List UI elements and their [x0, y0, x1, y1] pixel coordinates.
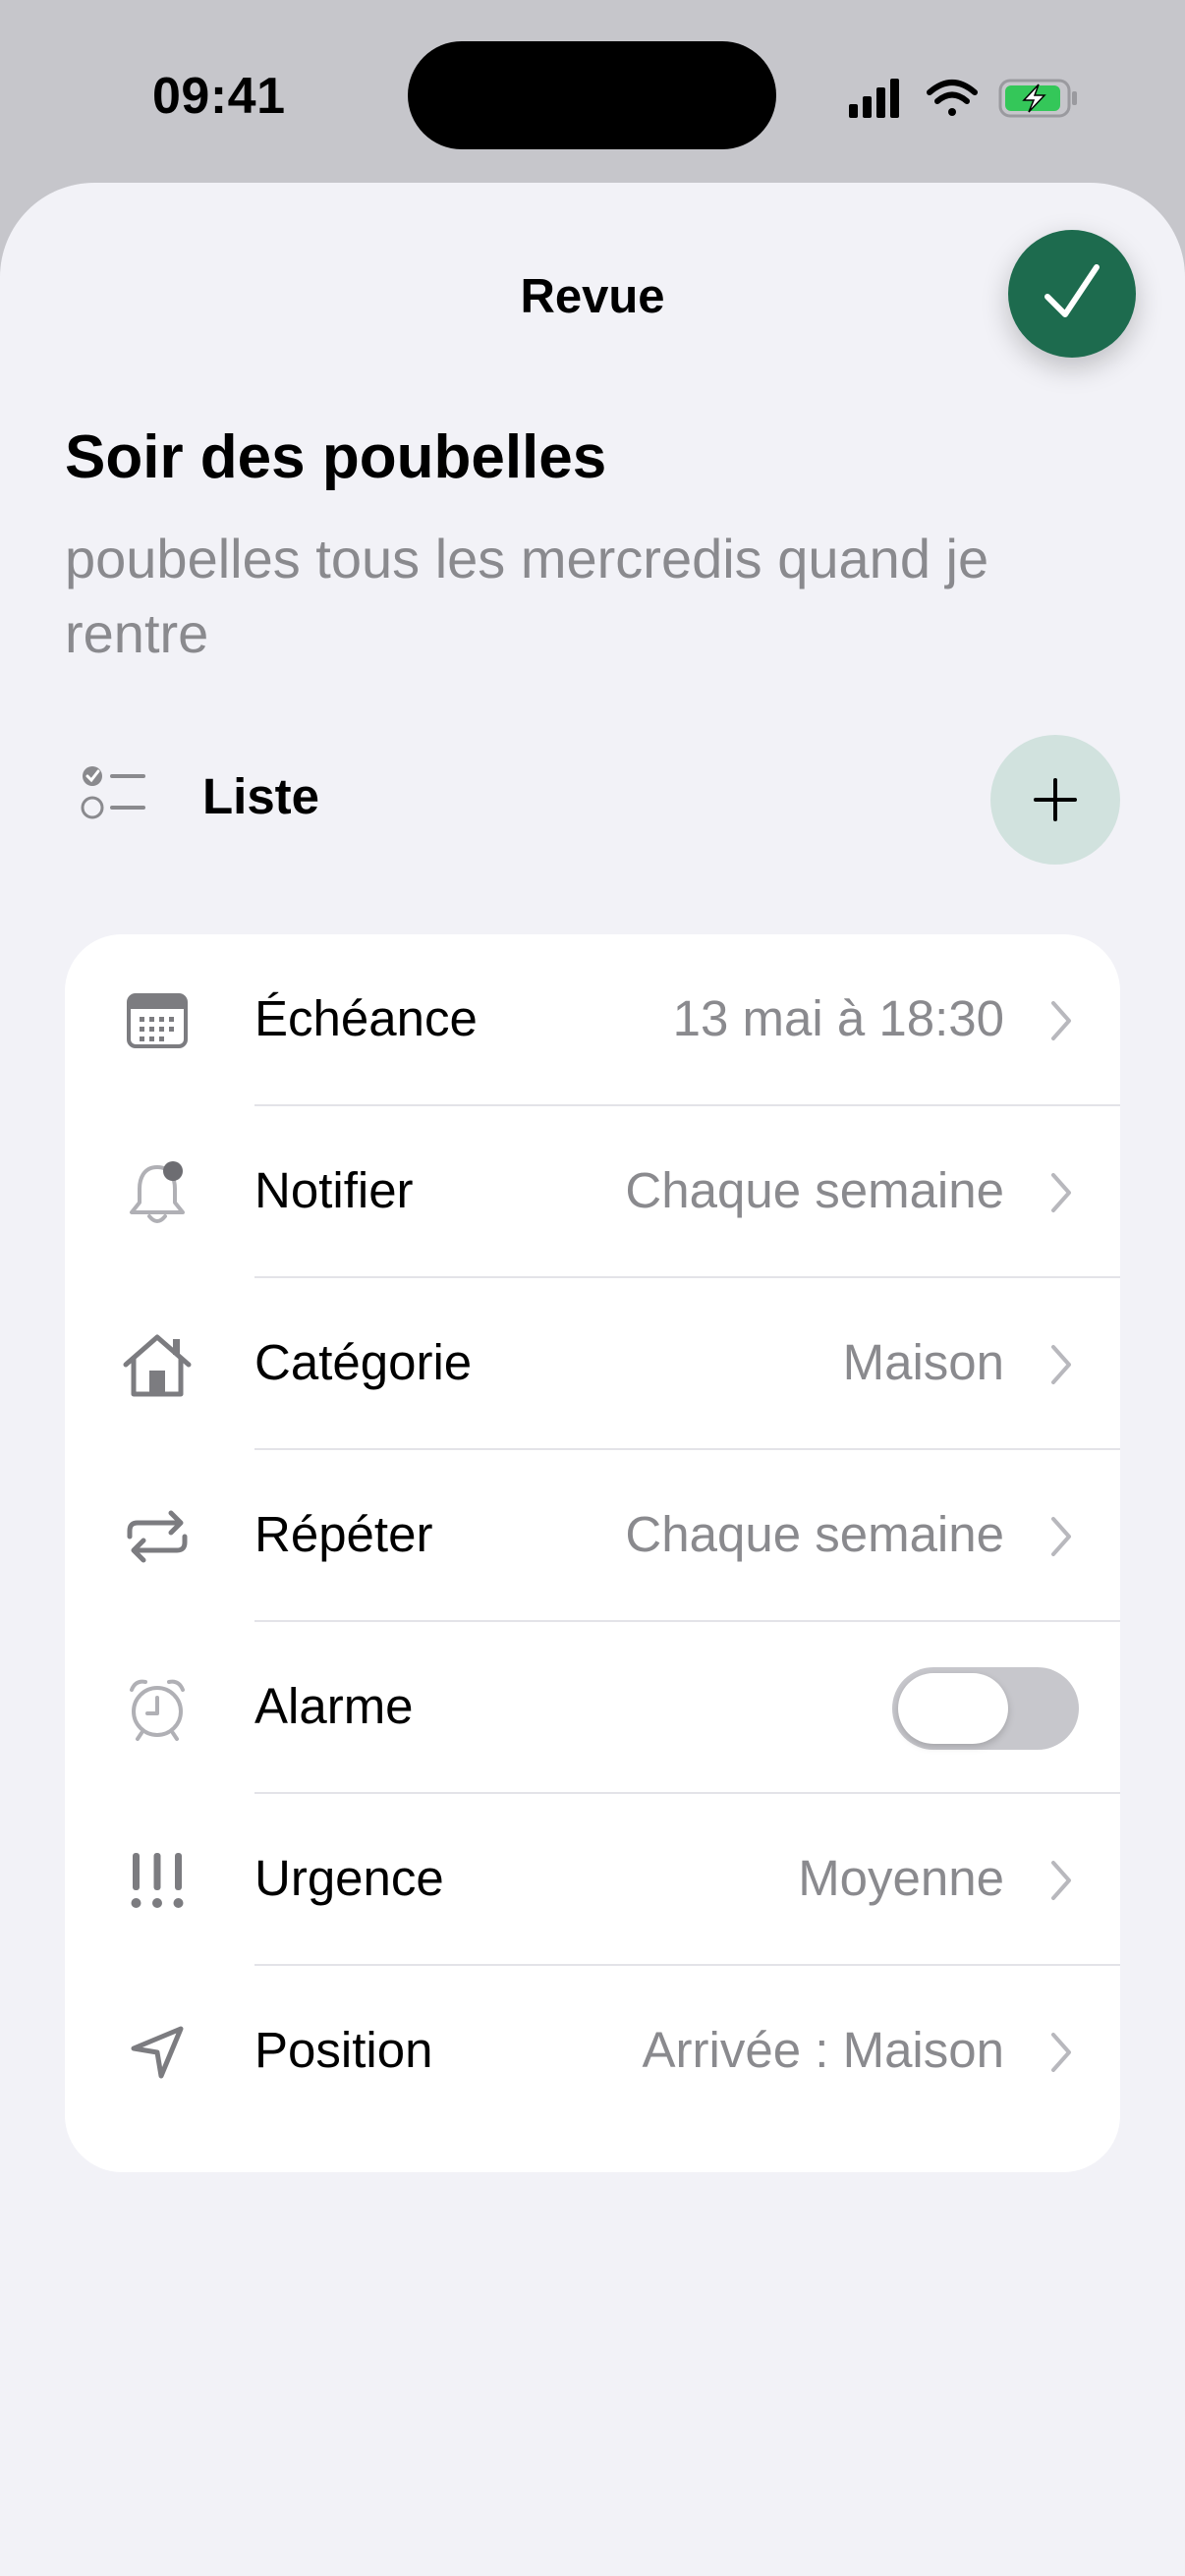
reminder-title[interactable]: Soir des poubelles [65, 422, 606, 492]
status-icons [847, 73, 1083, 124]
chevron-right-icon [1051, 1173, 1071, 1212]
due-date-value: 13 mai à 18:30 [672, 990, 1004, 1046]
notify-label: Notifier [254, 1162, 414, 1218]
done-button[interactable] [1008, 230, 1136, 358]
wifi-icon [927, 80, 978, 116]
category-row[interactable]: Catégorie Maison [65, 1278, 1120, 1450]
location-value: Arrivée : Maison [642, 2022, 1004, 2078]
toggle-knob [898, 1673, 1008, 1744]
battery-charging-icon [998, 79, 1077, 118]
alarm-label: Alarme [254, 1678, 414, 1734]
repeat-row[interactable]: Répéter Chaque semaine [65, 1450, 1120, 1622]
details-card: Échéance 13 mai à 18:30 Notifier Chaque … [65, 934, 1120, 2172]
alarm-row: Alarme [65, 1622, 1120, 1794]
chevron-right-icon [1051, 1001, 1071, 1040]
chevron-right-icon [1051, 1861, 1071, 1900]
dynamic-island [408, 41, 776, 149]
exclamation-icon [122, 1845, 193, 1916]
checkmark-icon [1044, 264, 1100, 317]
signal-icon [849, 79, 899, 118]
plus-icon [1034, 778, 1077, 821]
status-bar: 09:41 [0, 0, 1185, 187]
notify-value: Chaque semaine [625, 1162, 1004, 1218]
urgency-row[interactable]: Urgence Moyenne [65, 1794, 1120, 1966]
chevron-right-icon [1051, 1517, 1071, 1556]
due-date-label: Échéance [254, 990, 478, 1046]
bell-icon [122, 1157, 193, 1228]
chevron-right-icon [1051, 2033, 1071, 2072]
due-date-row[interactable]: Échéance 13 mai à 18:30 [65, 934, 1120, 1106]
urgency-value: Moyenne [798, 1850, 1004, 1906]
location-arrow-icon [122, 2017, 193, 2088]
category-value: Maison [842, 1334, 1004, 1390]
checklist-icon [81, 766, 145, 819]
house-icon [122, 1329, 193, 1400]
list-row[interactable]: Liste [65, 735, 1120, 871]
alarm-toggle[interactable] [892, 1667, 1079, 1750]
list-label: Liste [202, 768, 320, 824]
repeat-icon [122, 1501, 193, 1572]
repeat-value: Chaque semaine [625, 1506, 1004, 1562]
chevron-right-icon [1051, 1345, 1071, 1384]
category-label: Catégorie [254, 1334, 473, 1390]
notify-row[interactable]: Notifier Chaque semaine [65, 1106, 1120, 1278]
add-item-button[interactable] [990, 735, 1120, 865]
repeat-label: Répéter [254, 1506, 433, 1562]
status-time: 09:41 [152, 68, 286, 125]
alarm-clock-icon [122, 1673, 193, 1744]
urgency-label: Urgence [254, 1850, 444, 1906]
location-row[interactable]: Position Arrivée : Maison [65, 1966, 1120, 2138]
location-label: Position [254, 2022, 433, 2078]
calendar-icon [122, 985, 193, 1056]
reminder-notes[interactable]: poubelles tous les mercredis quand je re… [65, 522, 1008, 671]
reminder-sheet: Revue Soir des poubelles poubelles tous … [0, 183, 1185, 2576]
